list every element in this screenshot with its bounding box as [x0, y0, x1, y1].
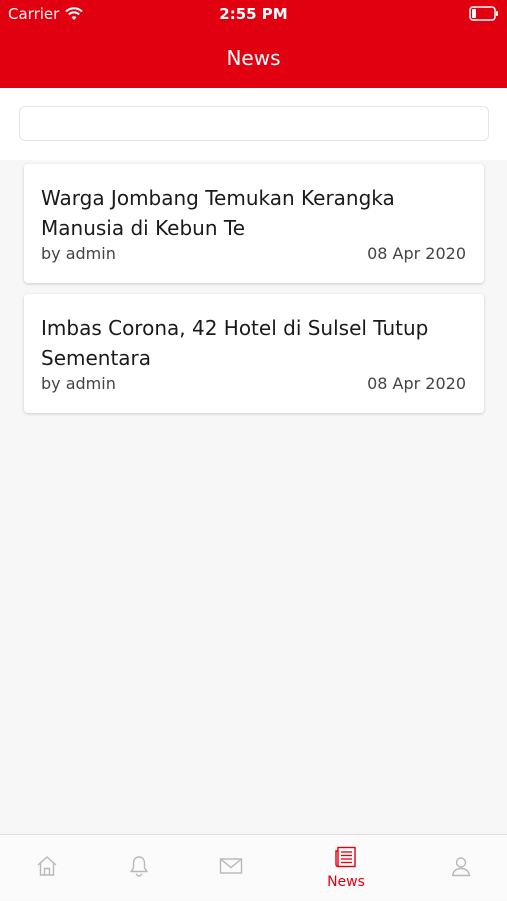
news-title: Imbas Corona, 42 Hotel di Sulsel Tutup S… — [41, 316, 429, 370]
news-date: 08 Apr 2020 — [367, 374, 466, 393]
tab-home[interactable] — [12, 835, 82, 901]
news-author: by admin — [41, 374, 116, 393]
tab-news[interactable]: News — [311, 835, 381, 901]
battery-icon — [469, 6, 499, 25]
page-title: News — [226, 46, 281, 70]
tab-bar: News — [0, 834, 507, 900]
header-bar: Carrier 2:55 PM News — [0, 0, 507, 88]
tab-notifications[interactable] — [104, 835, 174, 901]
news-card[interactable]: Warga Jombang Temukan Kerangka Manusia d… — [24, 164, 484, 283]
user-icon — [450, 855, 472, 881]
news-card[interactable]: Imbas Corona, 42 Hotel di Sulsel Tutup S… — [24, 294, 484, 413]
clock: 2:55 PM — [219, 5, 288, 23]
news-title: Warga Jombang Temukan Kerangka Manusia d… — [41, 186, 395, 240]
bell-icon — [128, 855, 150, 881]
mail-icon — [219, 857, 243, 879]
tab-news-label: News — [327, 874, 365, 890]
news-date: 08 Apr 2020 — [367, 244, 466, 263]
search-input[interactable] — [19, 106, 489, 141]
news-icon — [334, 846, 358, 872]
news-author: by admin — [41, 244, 116, 263]
home-icon — [36, 855, 58, 881]
tab-messages[interactable] — [196, 835, 266, 901]
status-bar: Carrier 2:55 PM — [0, 0, 507, 30]
tab-profile[interactable] — [426, 835, 496, 901]
search-section — [0, 88, 507, 160]
